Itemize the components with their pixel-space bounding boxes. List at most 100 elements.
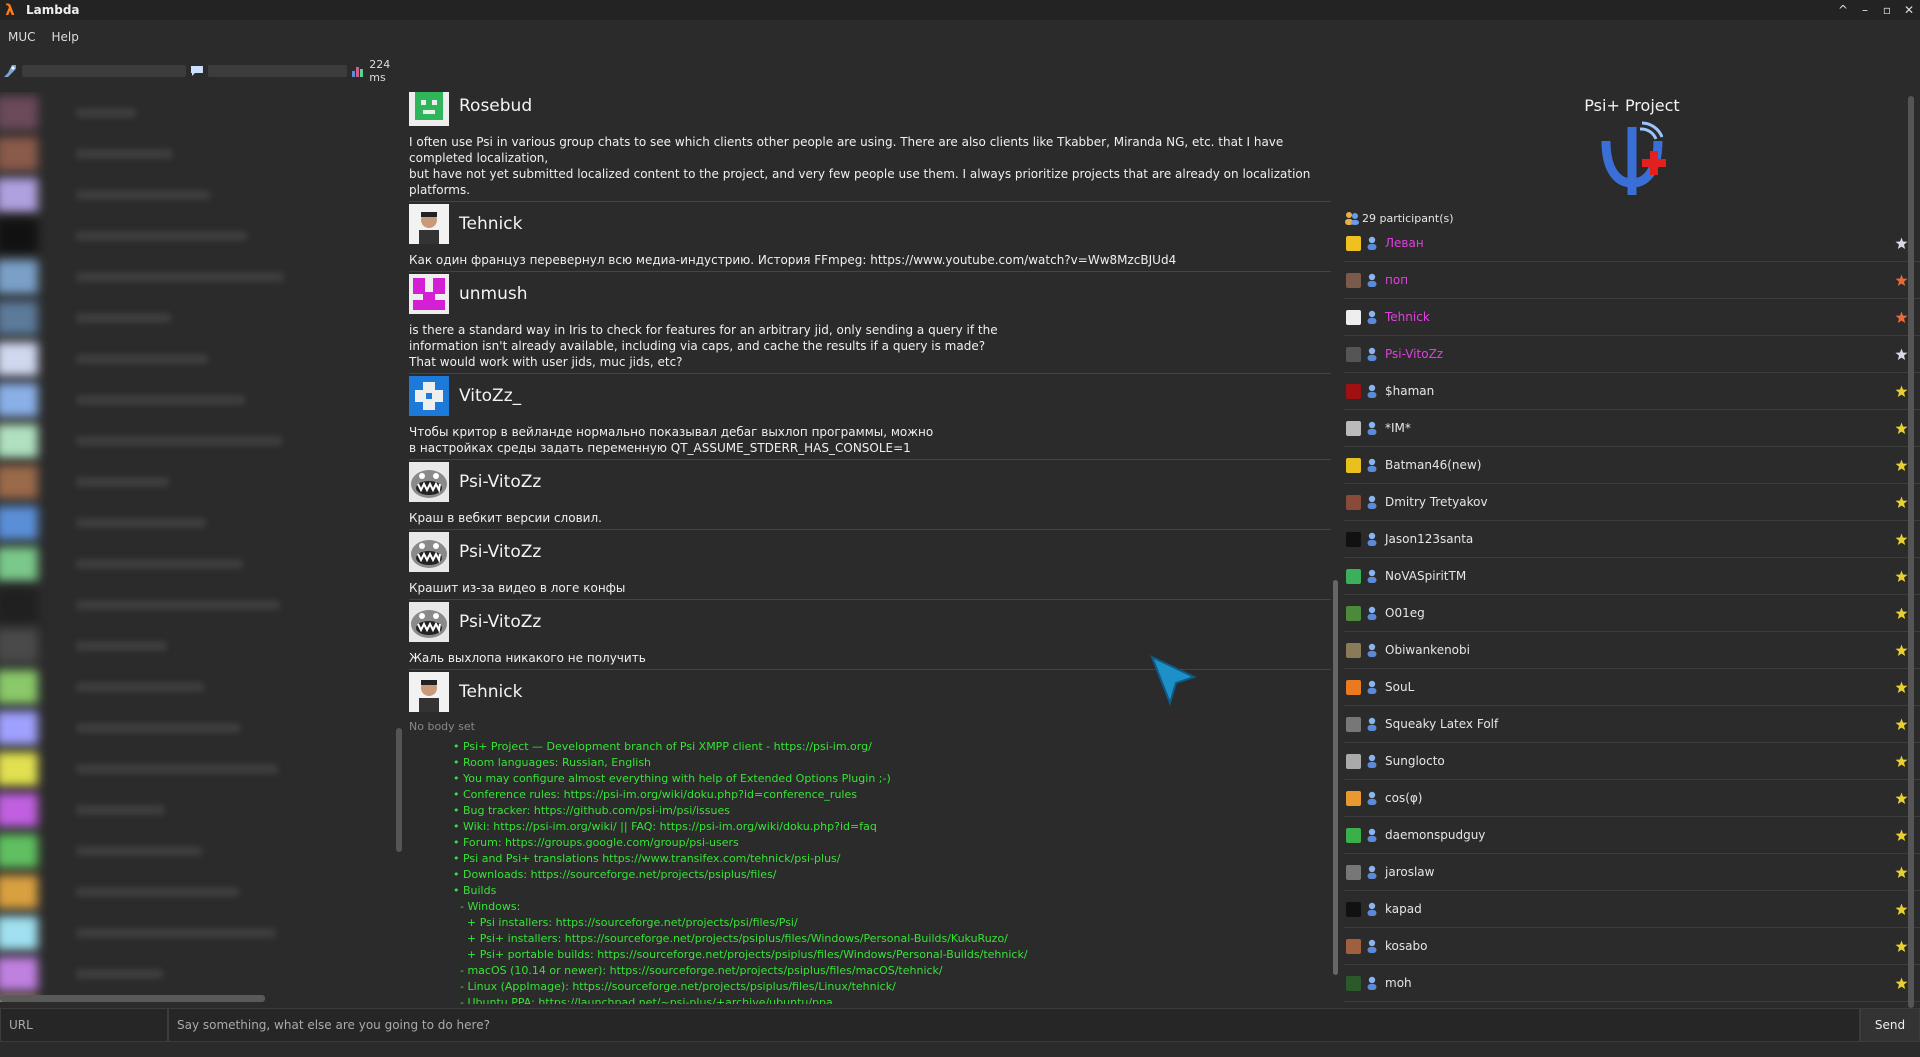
participant-item[interactable]: поп <box>1344 262 1920 299</box>
participant-item[interactable]: Tehnick <box>1344 299 1920 336</box>
participant-item[interactable]: Sunglocto <box>1344 743 1920 780</box>
contact-item[interactable] <box>0 666 397 707</box>
contact-item[interactable] <box>0 256 397 297</box>
contact-item[interactable] <box>0 543 397 584</box>
menu-muc[interactable]: MUC <box>0 30 44 44</box>
contact-item[interactable] <box>0 420 397 461</box>
contact-item[interactable] <box>0 174 397 215</box>
window-maximize-icon[interactable]: ▫ <box>1876 0 1898 20</box>
user-status-icon <box>1365 680 1379 694</box>
contact-item[interactable] <box>0 584 397 625</box>
chat-scrollbar[interactable] <box>1333 580 1338 975</box>
avatar <box>1346 235 1361 251</box>
avatar <box>1346 531 1361 547</box>
chat-message: Psi-VitoZz Краш в вебкит версии словил. <box>409 460 1331 530</box>
participant-item[interactable]: kapad <box>1344 891 1920 928</box>
contact-item[interactable] <box>0 502 397 543</box>
contact-name-placeholder <box>76 189 210 200</box>
send-button[interactable]: Send <box>1860 1008 1920 1042</box>
participant-name: moh <box>1385 976 1412 990</box>
window-shade-icon[interactable]: ^ <box>1832 0 1854 20</box>
avatar[interactable] <box>409 92 449 126</box>
user-status-icon <box>1365 347 1379 361</box>
window-close-icon[interactable]: ✕ <box>1898 0 1920 20</box>
contact-name-placeholder <box>76 353 208 364</box>
participant-item[interactable]: Psi-VitoZz <box>1344 336 1920 373</box>
contact-item[interactable] <box>0 461 397 502</box>
contact-item[interactable] <box>0 707 397 748</box>
participant-item[interactable]: Squeaky Latex Folf <box>1344 706 1920 743</box>
message-nick[interactable]: VitoZz_ <box>459 386 521 406</box>
message-nick[interactable]: Psi-VitoZz <box>459 542 541 562</box>
message-nick[interactable]: Tehnick <box>459 682 522 702</box>
contact-item[interactable] <box>0 625 397 666</box>
contact-item[interactable] <box>0 297 397 338</box>
participant-item[interactable]: $haman <box>1344 373 1920 410</box>
chat-bubble-icon[interactable] <box>190 64 204 78</box>
contact-item[interactable] <box>0 830 397 871</box>
avatar[interactable] <box>409 204 449 244</box>
message-nick[interactable]: Psi-VitoZz <box>459 612 541 632</box>
moderator-role-icon <box>1894 347 1908 361</box>
user-status-icon <box>1365 606 1379 620</box>
avatar <box>0 341 38 376</box>
message-nick[interactable]: Tehnick <box>459 214 522 234</box>
participant-item[interactable]: Obiwankenobi <box>1344 632 1920 669</box>
avatar[interactable] <box>409 602 449 642</box>
url-input[interactable]: URL <box>0 1008 168 1042</box>
participant-item[interactable]: Dmitry Tretyakov <box>1344 484 1920 521</box>
message-nick[interactable]: Rosebud <box>459 96 532 116</box>
contact-item[interactable] <box>0 953 397 994</box>
contact-item[interactable] <box>0 748 397 789</box>
menu-help[interactable]: Help <box>44 30 87 44</box>
participant-item[interactable]: O01eg <box>1344 595 1920 632</box>
participant-item[interactable]: kosabo <box>1344 928 1920 965</box>
avatar[interactable] <box>409 532 449 572</box>
participant-item[interactable]: Леван <box>1344 225 1920 262</box>
message-nick[interactable]: Psi-VitoZz <box>459 472 541 492</box>
participant-item[interactable]: cos(φ) <box>1344 780 1920 817</box>
message-nick[interactable]: unmush <box>459 284 528 304</box>
avatar[interactable] <box>409 672 449 712</box>
avatar <box>0 423 38 458</box>
account-field[interactable] <box>21 65 187 77</box>
participant-item[interactable]: moh <box>1344 965 1920 1002</box>
contact-item[interactable] <box>0 92 397 133</box>
user-status-icon <box>1365 236 1379 250</box>
rocket-icon[interactable] <box>2 63 18 79</box>
participant-item[interactable]: daemonspudguy <box>1344 817 1920 854</box>
member-role-icon <box>1894 754 1908 768</box>
contact-item[interactable] <box>0 871 397 912</box>
participant-item[interactable]: Batman46(new) <box>1344 447 1920 484</box>
contact-list-scrollbar[interactable] <box>396 728 402 852</box>
participant-item[interactable]: Jason123santa <box>1344 521 1920 558</box>
chat-log[interactable]: Rosebud I often use Psi in various group … <box>409 92 1331 1004</box>
avatar <box>1346 753 1361 769</box>
participant-count-label: 29 participant(s) <box>1362 211 1454 225</box>
contact-item[interactable] <box>0 133 397 174</box>
contact-item[interactable] <box>0 912 397 953</box>
message-input[interactable]: Say something, what else are you going t… <box>168 1008 1860 1042</box>
participant-item[interactable]: *IM* <box>1344 410 1920 447</box>
chat-message: Psi-VitoZz Крашит из-за видео в логе конф… <box>409 530 1331 600</box>
avatar[interactable] <box>409 462 449 502</box>
avatar <box>1346 494 1361 510</box>
user-status-icon <box>1365 717 1379 731</box>
window-minimize-icon[interactable]: – <box>1854 0 1876 20</box>
input-bar: URL Say something, what else are you goi… <box>0 1008 1920 1042</box>
contact-item[interactable] <box>0 789 397 830</box>
contact-list-hscrollbar[interactable] <box>0 995 265 1002</box>
participant-item[interactable]: jaroslaw <box>1344 854 1920 891</box>
participant-scrollbar[interactable] <box>1908 96 1914 1008</box>
avatar <box>0 259 38 294</box>
contact-item[interactable] <box>0 379 397 420</box>
participant-item[interactable]: SouL <box>1344 669 1920 706</box>
participant-item[interactable]: NoVASpiritTM <box>1344 558 1920 595</box>
status-field[interactable] <box>208 65 348 77</box>
avatar <box>0 587 38 622</box>
avatar[interactable] <box>409 376 449 416</box>
contact-item[interactable] <box>0 338 397 379</box>
contact-item[interactable] <box>0 215 397 256</box>
contact-list[interactable] <box>0 92 397 1002</box>
avatar[interactable] <box>409 274 449 314</box>
